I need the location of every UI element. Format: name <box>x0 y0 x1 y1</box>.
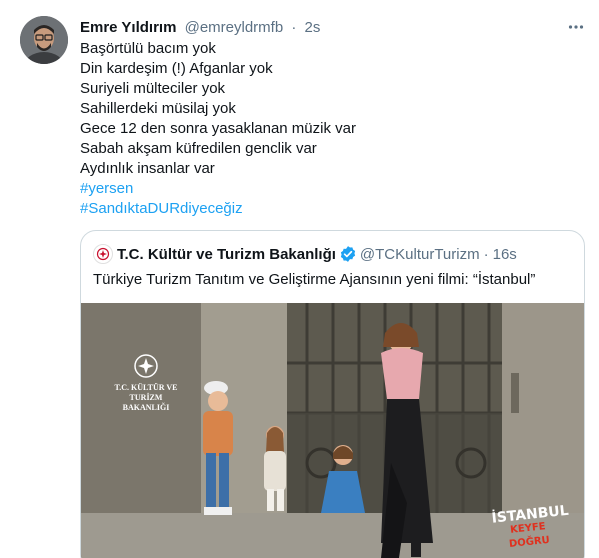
verified-badge-icon <box>340 246 356 262</box>
tweet-line: Gece 12 den sonra yasaklanan müzik var <box>80 120 356 137</box>
media-logo-line2: BAKANLIĞI <box>122 403 170 412</box>
tweet[interactable]: Emre Yıldırım @emreyldrmfb · 2s Başörtül… <box>0 0 599 558</box>
tweet-line: Suriyeli mülteciler yok <box>80 80 226 97</box>
quoted-author-handle[interactable]: @TCKulturTurizm <box>360 246 480 263</box>
hashtag-link[interactable]: #yersen <box>80 179 580 199</box>
tweet-line: Sahillerdeki müsilaj yok <box>80 100 236 117</box>
tweet-line: Sabah akşam küfredilen genclik var <box>80 140 317 157</box>
tweet-line: Başörtülü bacım yok <box>80 40 216 57</box>
more-dots-icon[interactable] <box>565 16 587 38</box>
avatar[interactable] <box>20 16 68 64</box>
tweet-line: Din kardeşim (!) Afganlar yok <box>80 60 273 77</box>
separator-dot: · <box>483 245 489 263</box>
ministry-logo-icon[interactable] <box>93 244 113 264</box>
separator-dot: · <box>291 19 297 36</box>
media-istanbul-title: İSTANBUL KEYFE DOĞRU <box>491 503 570 553</box>
hashtag-link[interactable]: #SandıktaDURdiyeceğiz <box>80 199 580 219</box>
tweet-text: Başörtülü bacım yok Din kardeşim (!) Afg… <box>80 39 580 219</box>
quoted-tweet-header: T.C. Kültür ve Turizm Bakanlığı @TCKultu… <box>93 243 517 265</box>
quoted-tweet-video[interactable]: T.C. KÜLTÜR VE TURİZM BAKANLIĞI İSTANBUL… <box>81 303 584 558</box>
author-handle[interactable]: @emreyldrmfb <box>185 19 284 36</box>
quoted-tweet-card[interactable]: T.C. Kültür ve Turizm Bakanlığı @TCKultu… <box>80 230 585 558</box>
quoted-tweet-text: Türkiye Turizm Tanıtım ve Geliştirme Aja… <box>93 271 536 288</box>
quoted-author-name[interactable]: T.C. Kültür ve Turizm Bakanlığı <box>117 246 336 263</box>
tweet-header: Emre Yıldırım @emreyldrmfb · 2s <box>80 18 320 38</box>
author-name[interactable]: Emre Yıldırım <box>80 19 176 36</box>
ministry-watermark-logo: T.C. KÜLTÜR VE TURİZM BAKANLIĞI <box>101 353 191 413</box>
tweet-line: Aydınlık insanlar var <box>80 160 215 177</box>
tweet-timestamp[interactable]: 2s <box>305 19 321 36</box>
media-logo-line1: T.C. KÜLTÜR VE TURİZM <box>114 383 178 402</box>
ministry-emblem-icon <box>134 354 158 378</box>
quoted-tweet-timestamp[interactable]: 16s <box>493 246 517 263</box>
